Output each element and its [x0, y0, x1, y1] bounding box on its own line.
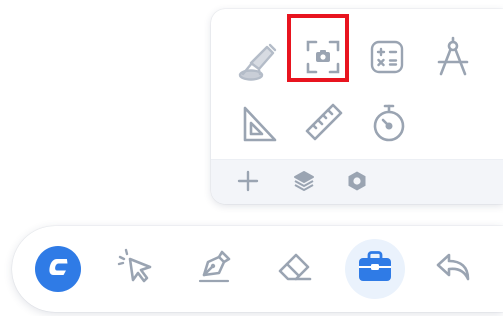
pen-icon	[194, 247, 234, 292]
tool-calculator[interactable]	[361, 31, 413, 83]
app-logo-button[interactable]	[28, 239, 88, 299]
hexagon-icon	[345, 169, 369, 198]
tool-set-square[interactable]	[233, 98, 285, 150]
tool-compass[interactable]	[427, 31, 479, 83]
whiteboard-stage	[0, 0, 503, 316]
tools-panel-footer	[211, 159, 503, 204]
app-logo	[35, 246, 81, 292]
tool-ruler[interactable]	[298, 96, 350, 148]
tool-spotlight[interactable]	[233, 37, 285, 89]
undo-button[interactable]	[423, 239, 483, 299]
settings-button[interactable]	[342, 168, 372, 198]
tools-popup-panel	[211, 9, 503, 204]
spotlight-icon	[237, 41, 281, 85]
select-tool-button[interactable]	[106, 239, 166, 299]
screenshot-icon	[304, 38, 342, 76]
ruler-icon	[303, 101, 345, 143]
select-pointer-icon	[116, 247, 156, 292]
calculator-icon	[368, 38, 406, 76]
layers-icon	[292, 169, 316, 198]
tools-grid	[211, 9, 503, 159]
pen-tool-button[interactable]	[184, 239, 244, 299]
eraser-tool-button[interactable]	[265, 239, 325, 299]
toolbox-button[interactable]	[345, 239, 405, 299]
plus-icon	[236, 169, 260, 198]
layers-button[interactable]	[289, 168, 319, 198]
set-square-icon	[239, 104, 279, 144]
tool-stopwatch[interactable]	[363, 97, 415, 149]
tool-screenshot[interactable]	[297, 31, 349, 83]
app-logo-icon	[45, 254, 71, 285]
undo-icon	[433, 249, 473, 290]
stopwatch-icon	[370, 103, 408, 143]
compass-icon	[433, 36, 473, 78]
bottom-toolbar	[12, 226, 503, 312]
add-tool-button[interactable]	[233, 168, 263, 198]
toolbox-icon	[356, 249, 394, 290]
eraser-icon	[274, 247, 316, 292]
